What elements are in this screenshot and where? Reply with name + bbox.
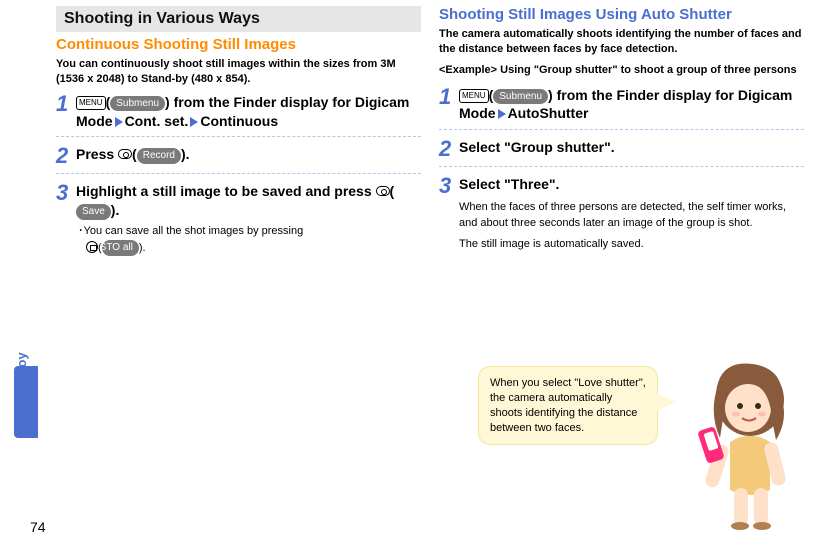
center-key-icon [118,149,132,159]
step-note: When the faces of three persons are dete… [459,200,804,231]
page-content: Shooting in Various Ways Continuous Shoo… [0,0,827,262]
section-title: Shooting in Various Ways [56,6,421,32]
step-title: MENU(Submenu) from the Finder display fo… [459,86,804,124]
step-title: Select "Group shutter". [459,138,804,157]
tip-callout: When you select "Love shutter", the came… [478,366,658,445]
step-separator [439,129,804,130]
step-3: 3 Select "Three". When the faces of thre… [439,175,804,252]
step-number: 1 [56,93,70,131]
step-number: 1 [439,86,453,124]
step-separator [56,173,421,174]
step-number: 2 [56,145,70,167]
step-title: Press (Record). [76,145,421,164]
page-number: 74 [30,519,46,535]
menu-key-icon: MENU [459,89,489,103]
side-tab-label: Enjoy [14,338,29,402]
step-1: 1 MENU(Submenu) from the Finder display … [56,93,421,131]
text: Highlight a still image to be saved and … [76,183,376,199]
step-2: 2 Select "Group shutter". [439,138,804,160]
submenu-button-label: Submenu [493,89,548,105]
step-bullet: ･You can save all the shot images by pre… [76,224,421,256]
record-button-label: Record [137,148,181,164]
step-separator [56,136,421,137]
step-number: 2 [439,138,453,160]
arrow-icon [498,109,506,119]
text: ( [390,183,395,199]
character-illustration [680,350,810,530]
step-title: MENU(Submenu) from the Finder display fo… [76,93,421,131]
step-3: 3 Highlight a still image to be saved an… [56,182,421,256]
step-number: 3 [56,182,70,256]
text: ). [181,146,190,162]
arrow-icon [115,117,123,127]
example-text: Using "Group shutter" to shoot a group o… [500,64,796,76]
text: Press [76,146,118,162]
submenu-button-label: Submenu [110,96,165,112]
step-note: The still image is automatically saved. [459,237,804,252]
intro-text: The camera automatically shoots identify… [439,27,804,57]
text: ( [132,146,137,162]
sto-all-button-label: STO all [102,240,139,256]
left-column: Shooting in Various Ways Continuous Shoo… [56,6,421,262]
intro-text: You can continuously shoot still images … [56,57,421,87]
subheading-continuous: Continuous Shooting Still Images [56,36,421,53]
text: Continuous [200,113,278,129]
text: ). [111,202,120,218]
step-1: 1 MENU(Submenu) from the Finder display … [439,86,804,124]
menu-key-icon: MENU [76,96,106,110]
step-title: Highlight a still image to be saved and … [76,182,421,220]
center-key-icon [376,186,390,196]
arrow-icon [190,117,198,127]
text: Cont. set. [125,113,189,129]
step-number: 3 [439,175,453,252]
text: ･You can save all the shot images by pre… [78,225,303,237]
step-title: Select "Three". [459,175,804,194]
camera-key-icon [86,241,98,253]
save-button-label: Save [76,204,111,220]
subheading-autoshutter: Shooting Still Images Using Auto Shutter [439,6,804,23]
right-column: Shooting Still Images Using Auto Shutter… [439,6,804,262]
text: AutoShutter [508,105,589,121]
step-separator [439,166,804,167]
example-label: <Example> [439,64,497,76]
step-2: 2 Press (Record). [56,145,421,167]
example-row: <Example> Using "Group shutter" to shoot… [439,63,804,78]
text: ). [139,242,146,254]
